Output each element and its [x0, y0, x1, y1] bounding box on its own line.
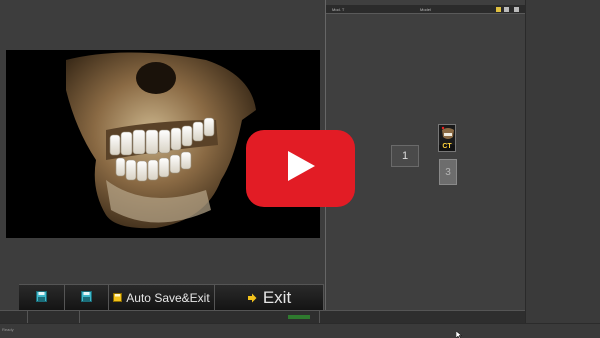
disk-icon — [113, 291, 123, 305]
slot-3-number: 3 — [445, 166, 451, 178]
toolbar-button-2[interactable] — [65, 285, 109, 310]
slot-1-number: 1 — [401, 150, 409, 162]
save-disk-icon — [81, 289, 92, 307]
exit-arrow-icon — [247, 288, 257, 308]
panel-pin-icon[interactable] — [496, 7, 501, 12]
model-slot-3[interactable]: 3 — [439, 159, 457, 185]
video-play-button[interactable] — [246, 130, 355, 207]
window-footer: Ready — [0, 323, 600, 338]
application-window: Auto Save&Exit Exit Mod. T Model 1 CT 3 … — [0, 0, 600, 338]
save-disk-icon — [36, 289, 47, 307]
exit-button[interactable]: Exit — [215, 285, 324, 310]
status-progress-indicator — [288, 315, 310, 319]
ct-thumbnail-label: CT — [442, 143, 452, 150]
status-cell-3 — [80, 311, 320, 323]
model-panel-header: Mod. T Model — [326, 5, 526, 14]
panel-header-left-text: Mod. T — [332, 7, 345, 12]
mouse-cursor-icon — [455, 326, 463, 338]
right-side-strip — [525, 0, 600, 338]
model-slot-1[interactable]: 1 — [391, 145, 419, 167]
auto-save-exit-label: Auto Save&Exit — [126, 290, 210, 305]
auto-save-exit-button[interactable]: Auto Save&Exit — [109, 285, 215, 310]
model-panel: Mod. T Model 1 CT 3 — [325, 0, 526, 310]
bottom-toolbar: Auto Save&Exit Exit — [19, 284, 324, 310]
ct-thumbnail[interactable]: CT — [438, 124, 456, 152]
panel-header-title: Model — [420, 7, 431, 12]
panel-restore-icon[interactable] — [504, 7, 509, 12]
panel-close-icon[interactable] — [514, 7, 519, 12]
status-cell-1 — [0, 311, 28, 323]
status-bar — [0, 310, 525, 323]
exit-label: Exit — [262, 287, 292, 307]
status-cell-2 — [28, 311, 80, 323]
toolbar-button-1[interactable] — [19, 285, 65, 310]
footer-status-text: Ready — [2, 327, 14, 332]
play-icon — [286, 150, 316, 187]
